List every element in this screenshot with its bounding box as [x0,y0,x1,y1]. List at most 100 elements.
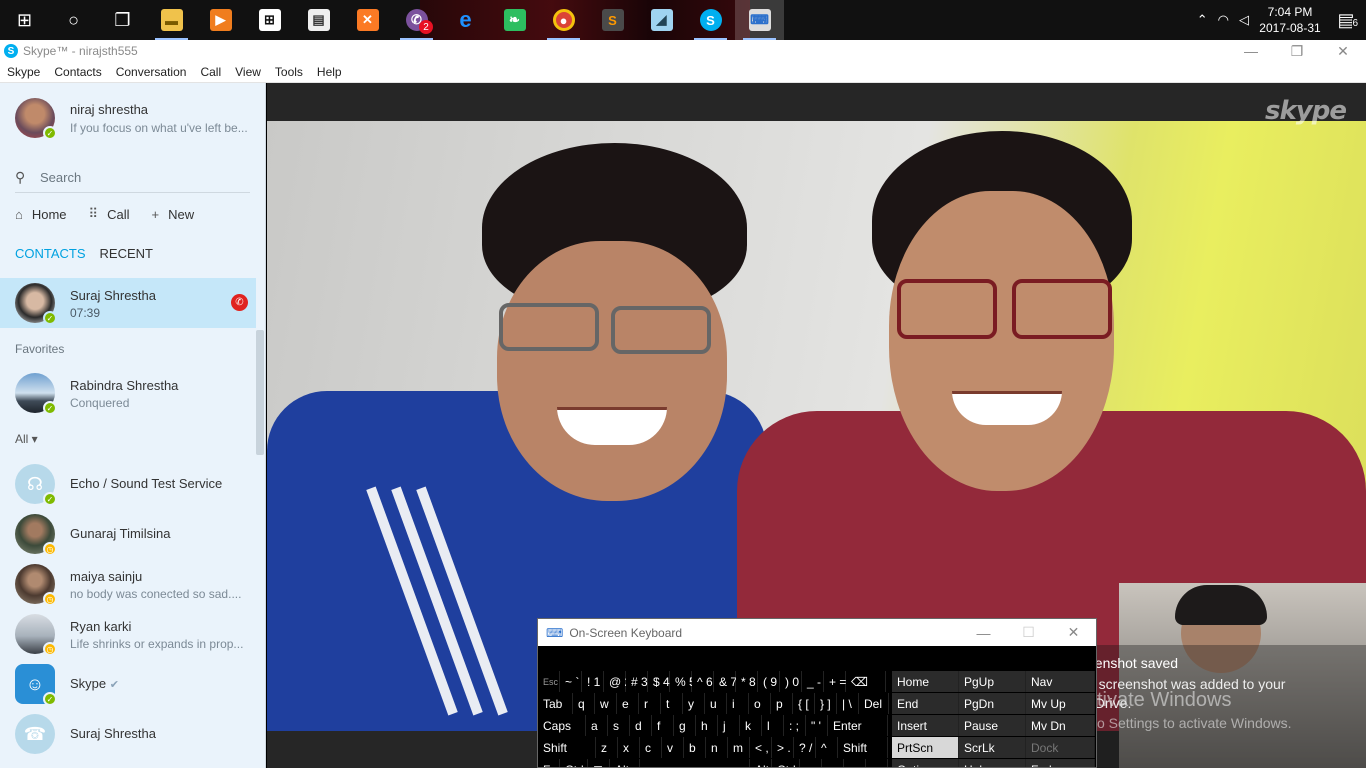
key-help[interactable]: Help [959,759,1026,767]
key[interactable]: w [595,693,617,714]
cortana-icon[interactable]: ○ [49,0,98,40]
key[interactable]: n [706,737,728,758]
end-call-icon[interactable]: ✆ [231,294,248,311]
key[interactable]: x [618,737,640,758]
list-item[interactable]: ☊ ✓ Echo / Sound Test Service [0,459,256,509]
key[interactable]: > . [772,737,794,758]
menu-conversation[interactable]: Conversation [109,65,194,79]
key[interactable]: : ; [784,715,806,736]
list-item[interactable]: ✓ Rabindra Shrestha Conquered [0,368,256,418]
key-backspace[interactable]: ⌫ [846,671,886,692]
list-item[interactable]: ◷ Ryan karki Life shrinks or expands in … [0,609,256,659]
key-insert[interactable]: Insert [892,715,959,736]
key[interactable]: z [596,737,618,758]
menu-view[interactable]: View [228,65,268,79]
key-tab[interactable]: Tab [538,693,573,714]
key-caps[interactable]: Caps [538,715,586,736]
key[interactable]: _ - [802,671,824,692]
task-view-icon[interactable]: ❐ [98,0,147,40]
key[interactable]: | \ [837,693,859,714]
osk-close-button[interactable]: ✕ [1051,619,1096,646]
key[interactable]: % 5 [670,671,696,692]
key-down-arrow[interactable]: v [822,759,844,767]
tab-recent[interactable]: RECENT [100,246,153,261]
chevron-up-icon[interactable]: ⌃ [1192,12,1213,28]
key-windows[interactable]: ⊞ [588,759,610,767]
key[interactable]: @ 2 [604,671,631,692]
key[interactable]: f [652,715,674,736]
key[interactable]: " ' [806,715,828,736]
start-icon[interactable]: ⊞ [0,0,49,40]
key-del[interactable]: Del [859,693,889,714]
all-filter[interactable]: All ▾ [15,432,38,446]
skype-icon[interactable]: S [686,0,735,40]
profile[interactable]: ✓ niraj shrestha If you focus on what u'… [15,98,255,143]
key-right-arrow[interactable]: > [844,759,866,767]
key-shift-left[interactable]: Shift [538,737,596,758]
key[interactable]: { [ [793,693,815,714]
volume-icon[interactable]: ◁ [1234,12,1254,28]
menu-tools[interactable]: Tools [268,65,310,79]
key[interactable]: $ 4 [648,671,670,692]
key-pgdn[interactable]: PgDn [959,693,1026,714]
key-fade[interactable]: Fade [1026,759,1095,767]
key-fn[interactable]: Fn [538,759,560,767]
osk-minimize-button[interactable]: — [961,619,1006,646]
active-call-item[interactable]: ✓ Suraj Shrestha 07:39 ✆ [0,278,256,328]
key[interactable]: ~ ` [560,671,582,692]
key[interactable]: l [762,715,784,736]
search-input[interactable]: ⚲ Search [15,163,250,193]
viber-icon[interactable]: ✆ 2 [392,0,441,40]
tab-contacts[interactable]: CONTACTS [15,246,86,261]
key[interactable]: g [674,715,696,736]
xampp-icon[interactable]: ✕ [343,0,392,40]
key-dock[interactable]: Dock [1026,737,1095,758]
key[interactable]: b [684,737,706,758]
key[interactable]: ) 0 [780,671,802,692]
restore-button[interactable]: ❐ [1274,40,1320,62]
key[interactable]: } ] [815,693,837,714]
key[interactable]: r [639,693,661,714]
media-player-icon[interactable]: ▶ [196,0,245,40]
key[interactable]: # 3 [626,671,648,692]
key[interactable]: + = [824,671,846,692]
key-nav[interactable]: Nav [1026,671,1095,692]
key-end[interactable]: End [892,693,959,714]
key-shift-right[interactable]: Shift [838,737,888,758]
key[interactable]: p [771,693,793,714]
key[interactable]: q [573,693,595,714]
key[interactable]: a [586,715,608,736]
close-button[interactable]: ✕ [1320,40,1366,62]
key-esc[interactable]: Esc [538,671,560,692]
key[interactable]: & 7 [714,671,737,692]
osk-maximize-button[interactable]: ☐ [1006,619,1051,646]
edge-icon[interactable]: e [441,0,490,40]
home-button[interactable]: ⌂ Home [15,207,67,222]
key[interactable]: d [630,715,652,736]
document-icon[interactable]: ▤ [294,0,343,40]
sublime-icon[interactable]: S [588,0,637,40]
evernote-icon[interactable]: ❧ [490,0,539,40]
key[interactable]: ^ 6 [692,671,714,692]
new-button[interactable]: + New [151,207,194,222]
key-mv-up[interactable]: Mv Up [1026,693,1095,714]
key[interactable]: t [661,693,683,714]
key[interactable]: y [683,693,705,714]
minimize-button[interactable]: — [1228,40,1274,62]
list-item[interactable]: ☺ ✓ Skype ✔ [0,659,256,709]
notepad-icon[interactable]: ◢ [637,0,686,40]
key[interactable]: e [617,693,639,714]
key[interactable]: * 8 [736,671,758,692]
key[interactable]: ! 1 [582,671,604,692]
key[interactable]: c [640,737,662,758]
wifi-icon[interactable]: ◠ [1213,12,1234,28]
key-left-arrow[interactable]: < [800,759,822,767]
key-alt-left[interactable]: Alt [610,759,640,767]
key[interactable]: o [749,693,771,714]
key[interactable]: h [696,715,718,736]
file-explorer-icon[interactable]: ▬ [147,0,196,40]
key[interactable]: m [728,737,750,758]
key-ctrl-left[interactable]: Ctrl [560,759,588,767]
key-alt-right[interactable]: Alt [750,759,772,767]
key-space[interactable] [640,759,750,767]
